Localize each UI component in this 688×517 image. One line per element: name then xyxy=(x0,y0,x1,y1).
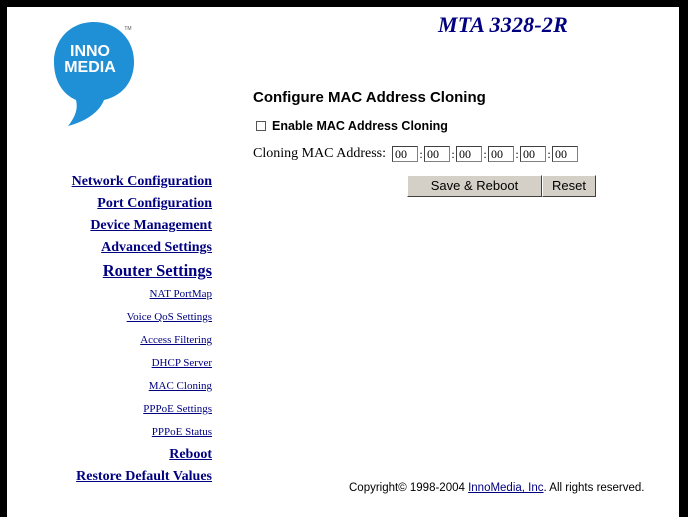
nav-mac-cloning[interactable]: MAC Cloning xyxy=(0,375,212,398)
logo-tm: TM xyxy=(124,26,131,32)
nav-reboot[interactable]: Reboot xyxy=(0,444,212,466)
reset-button[interactable]: Reset xyxy=(542,175,596,197)
enable-cloning-row: Enable MAC Address Cloning xyxy=(256,119,448,133)
sidebar-nav: Network Configuration Port Configuration… xyxy=(0,171,212,488)
enable-cloning-label: Enable MAC Address Cloning xyxy=(272,119,448,133)
mac-octet-5-input[interactable] xyxy=(520,146,547,162)
copyright-footer: Copyright© 1998-2004 InnoMedia, Inc. All… xyxy=(349,482,645,494)
logo-text-inno: INNO xyxy=(70,43,110,60)
nav-restore-default-values[interactable]: Restore Default Values xyxy=(0,466,212,488)
nav-network-configuration[interactable]: Network Configuration xyxy=(0,171,212,193)
mac-address-row: Cloning MAC Address: : : : : : xyxy=(253,146,579,162)
frame-top-border xyxy=(0,0,688,7)
copyright-prefix: Copyright© 1998-2004 xyxy=(349,482,469,494)
logo-text-media: MEDIA xyxy=(64,59,116,76)
page-heading: Configure MAC Address Cloning xyxy=(253,89,486,106)
nav-advanced-settings[interactable]: Advanced Settings xyxy=(0,237,212,259)
innomedia-logo: INNO MEDIA TM xyxy=(54,22,134,126)
innomedia-link[interactable]: InnoMedia, Inc xyxy=(468,482,543,494)
frame-right-border xyxy=(679,0,688,517)
mac-octet-3-input[interactable] xyxy=(456,146,483,162)
nav-pppoe-settings[interactable]: PPPoE Settings xyxy=(0,398,212,421)
mac-address-label: Cloning MAC Address: xyxy=(253,146,387,161)
save-reboot-button[interactable]: Save & Reboot xyxy=(407,175,542,197)
nav-dhcp-server[interactable]: DHCP Server xyxy=(0,352,212,375)
mac-octet-1-input[interactable] xyxy=(392,146,419,162)
enable-cloning-checkbox[interactable] xyxy=(256,121,266,131)
mac-octet-6-input[interactable] xyxy=(552,146,579,162)
nav-voice-qos-settings[interactable]: Voice QoS Settings xyxy=(0,306,212,329)
nav-port-configuration[interactable]: Port Configuration xyxy=(0,193,212,215)
model-title: MTA 3328-2R xyxy=(438,12,568,37)
frame-right-gap xyxy=(672,7,679,517)
nav-router-settings[interactable]: Router Settings xyxy=(0,259,212,283)
nav-device-management[interactable]: Device Management xyxy=(0,215,212,237)
mac-octet-4-input[interactable] xyxy=(488,146,515,162)
copyright-suffix: . All rights reserved. xyxy=(543,482,645,494)
nav-pppoe-status[interactable]: PPPoE Status xyxy=(0,421,212,444)
nav-access-filtering[interactable]: Access Filtering xyxy=(0,329,212,352)
mac-octet-2-input[interactable] xyxy=(424,146,451,162)
nav-nat-portmap[interactable]: NAT PortMap xyxy=(0,283,212,306)
